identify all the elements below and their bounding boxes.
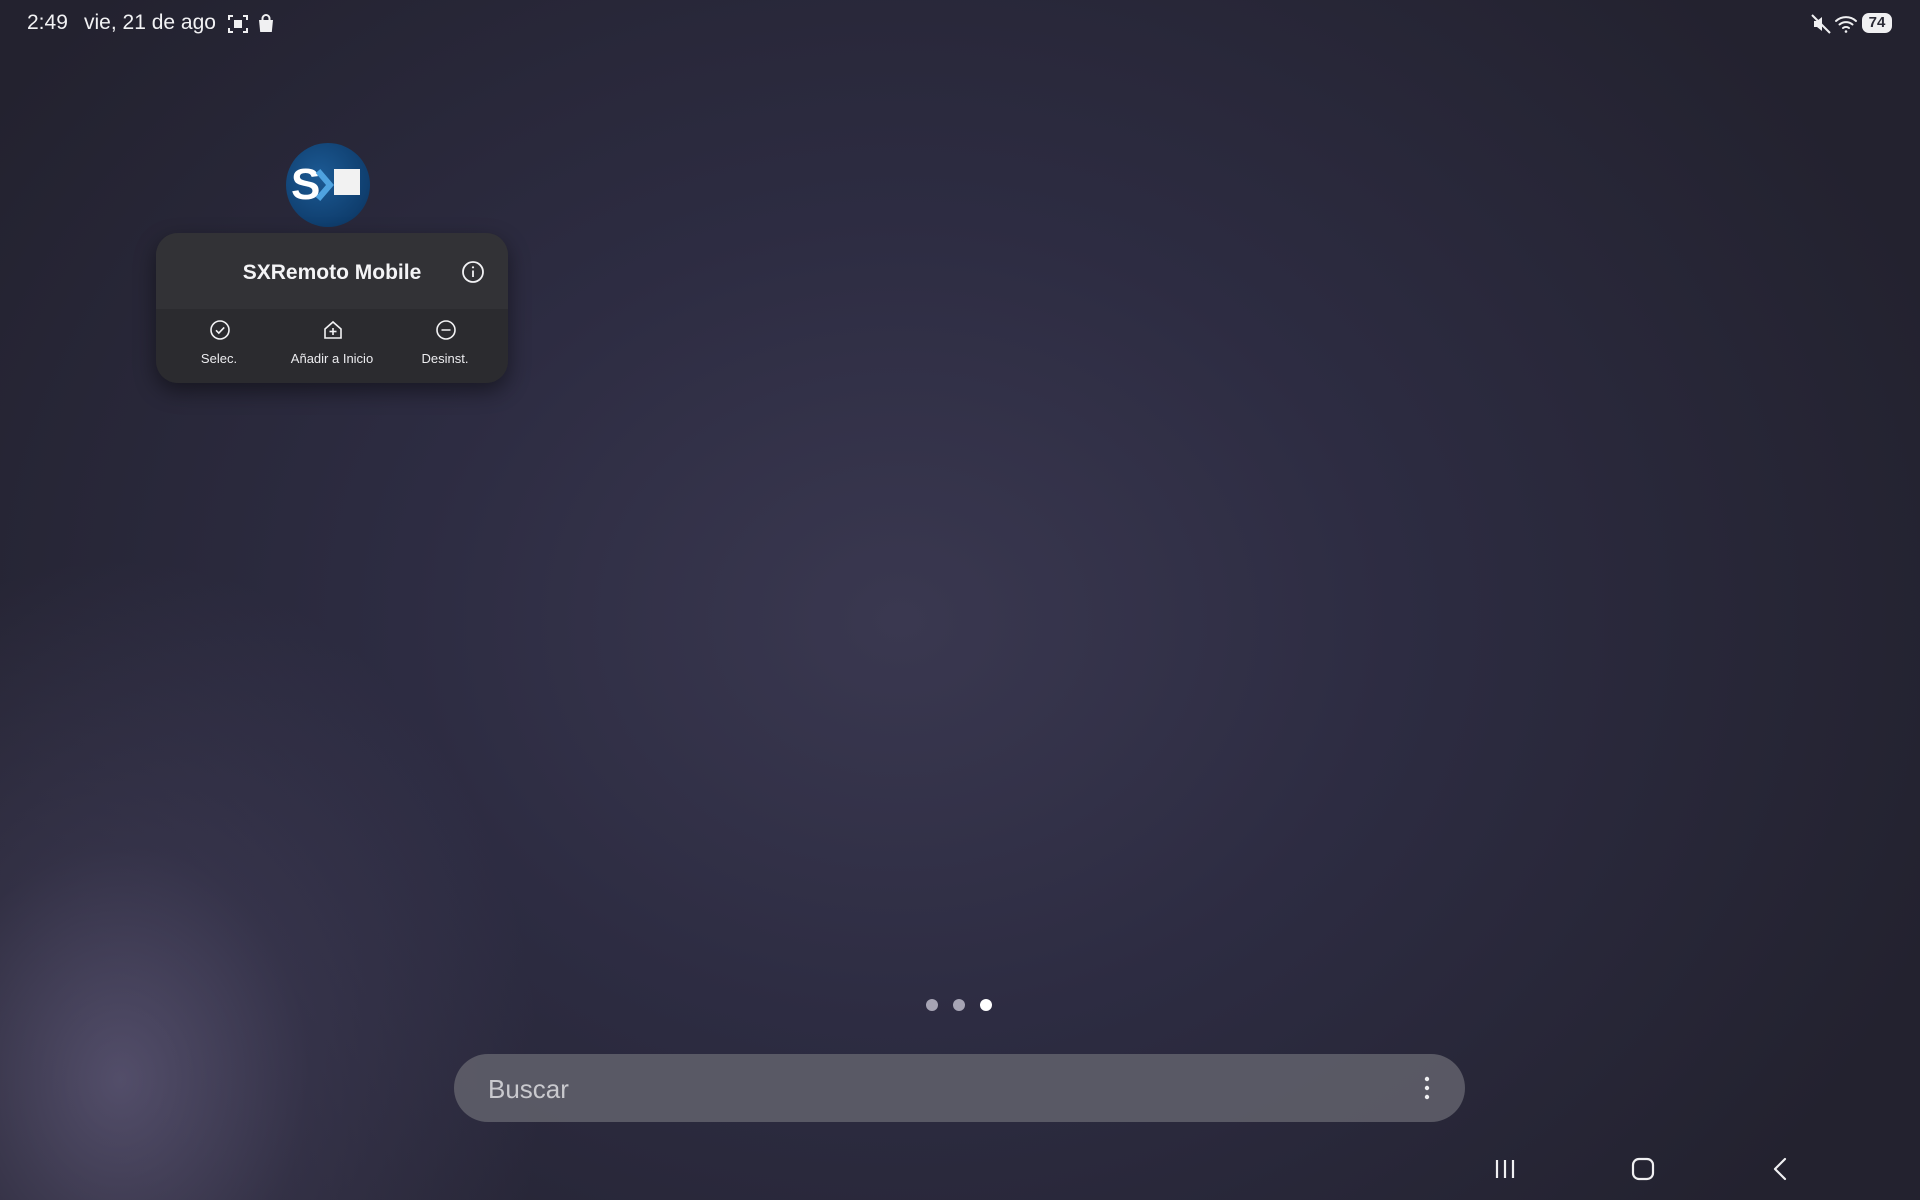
add-to-home-icon xyxy=(322,319,344,341)
search-input[interactable]: Buscar xyxy=(488,1074,569,1105)
status-date: vie, 21 de ago xyxy=(84,11,216,34)
check-circle-icon xyxy=(209,319,231,341)
uninstall-button[interactable]: Desinst. xyxy=(390,309,500,383)
add-to-home-label: Añadir a Inicio xyxy=(290,351,374,366)
search-bar[interactable]: Buscar xyxy=(454,1054,1465,1122)
add-to-home-button[interactable]: Añadir a Inicio xyxy=(277,309,387,383)
screenshot-icon xyxy=(226,12,250,36)
status-time: 2:49 xyxy=(27,11,68,34)
popup-header: SXRemoto Mobile xyxy=(156,233,508,309)
back-icon[interactable] xyxy=(1764,1156,1796,1182)
wifi-icon xyxy=(1834,12,1858,36)
page-dot-1[interactable] xyxy=(926,999,938,1011)
page-dot-2[interactable] xyxy=(953,999,965,1011)
uninstall-label: Desinst. xyxy=(421,351,469,366)
minus-circle-icon xyxy=(435,319,457,341)
shopping-bag-icon xyxy=(254,12,278,36)
select-label: Selec. xyxy=(200,351,238,366)
battery-icon: 74 xyxy=(1862,13,1892,33)
svg-text:S: S xyxy=(291,160,320,209)
status-bar: 2:49 vie, 21 de ago 74 xyxy=(0,0,1920,48)
recents-icon[interactable] xyxy=(1489,1156,1521,1182)
home-icon[interactable] xyxy=(1627,1156,1659,1182)
more-vertical-icon[interactable] xyxy=(1414,1074,1440,1102)
info-icon[interactable] xyxy=(461,260,485,284)
page-dot-3-active[interactable] xyxy=(980,999,992,1011)
page-indicator xyxy=(926,999,996,1013)
popup-actions: Selec. Añadir a Inicio Desinst. xyxy=(156,309,508,383)
select-button[interactable]: Selec. xyxy=(164,309,274,383)
mute-icon xyxy=(1809,12,1833,36)
app-options-popup: SXRemoto Mobile Selec. Añadir a Inicio D… xyxy=(156,233,508,383)
sxremoto-app-icon[interactable]: S xyxy=(286,143,370,227)
app-name: SXRemoto Mobile xyxy=(242,261,422,284)
